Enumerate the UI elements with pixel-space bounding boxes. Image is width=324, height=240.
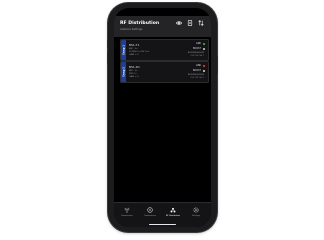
eye-icon[interactable]: [176, 20, 182, 26]
link-status-dot: [202, 42, 205, 45]
channel-detail: ANTENNA ASSIGN: [187, 73, 204, 76]
notch: [148, 8, 177, 14]
channel-info-line: GAIN + 5: [129, 53, 139, 56]
tab-label: Frequencies: [121, 214, 133, 217]
channel-name: BS1-R1: [129, 64, 140, 69]
mode-label: BOOST: [192, 47, 201, 50]
tab-label: Settings: [192, 214, 200, 217]
channel-card-1[interactable]: Group 1 BS1-T1 ANT -3+ POWER On 5W 10+ G…: [120, 39, 209, 61]
group-tab: Group 1: [121, 40, 126, 60]
link-status: LINK: [195, 64, 201, 68]
app-screen: RF Distribution Antenna Settings Group 1…: [114, 8, 211, 227]
tab-bar: Frequencies Transmitters RF Distribution: [114, 202, 211, 227]
transmitter-icon: [147, 207, 153, 213]
channel-detail: Ch2 Ch3 Ch4 1: [190, 54, 204, 57]
page-subtitle: Antenna Settings: [120, 27, 143, 31]
link-status-dot: [202, 64, 205, 67]
channel-info-line: POWER On 5W 10+: [129, 50, 150, 53]
channel-card-2[interactable]: Group 2 BS1-R1 ANT -3+ MIX On GAIN + 5 L…: [120, 61, 209, 83]
channel-name: BS1-T1: [129, 42, 140, 47]
home-indicator[interactable]: [149, 223, 176, 225]
tab-settings[interactable]: Settings: [186, 207, 206, 217]
channel-info-line: ANT -3+: [129, 69, 138, 72]
channel-info-line: GAIN + 5: [129, 75, 139, 78]
sort-icon[interactable]: [198, 20, 204, 26]
settings-icon: [193, 207, 199, 213]
rf-distribution-icon: [170, 207, 176, 213]
tab-frequencies[interactable]: Frequencies: [117, 207, 137, 217]
tab-rf-distribution[interactable]: RF Distribution: [163, 207, 183, 217]
app-header: RF Distribution Antenna Settings: [114, 16, 211, 37]
tab-label: RF Distribution: [165, 214, 181, 217]
mode-label: BOOST: [192, 69, 201, 72]
group-tab-label: Group 2: [122, 67, 125, 77]
page-title: RF Distribution: [120, 21, 160, 26]
side-button-right: [216, 56, 218, 74]
link-status: LINK: [195, 42, 201, 46]
tab-transmitters[interactable]: Transmitters: [140, 207, 160, 217]
document-icon[interactable]: [187, 20, 193, 26]
side-button-left-2: [107, 52, 109, 64]
side-button-left-1: [107, 40, 109, 48]
group-tab-label: Group 1: [122, 45, 125, 55]
mode-dot: [202, 69, 205, 72]
channel-info-line: MIX On: [129, 72, 137, 75]
channel-info-line: ANT -3+: [129, 47, 138, 50]
channel-detail: ANTENNA ASSIGN: [187, 51, 204, 54]
mode-dot: [202, 47, 205, 50]
antenna-icon: [124, 207, 130, 213]
group-tab: Group 2: [121, 62, 126, 82]
channel-detail: Ch1 Ch2 Ch3 1: [190, 76, 204, 79]
tab-label: Transmitters: [144, 214, 156, 217]
